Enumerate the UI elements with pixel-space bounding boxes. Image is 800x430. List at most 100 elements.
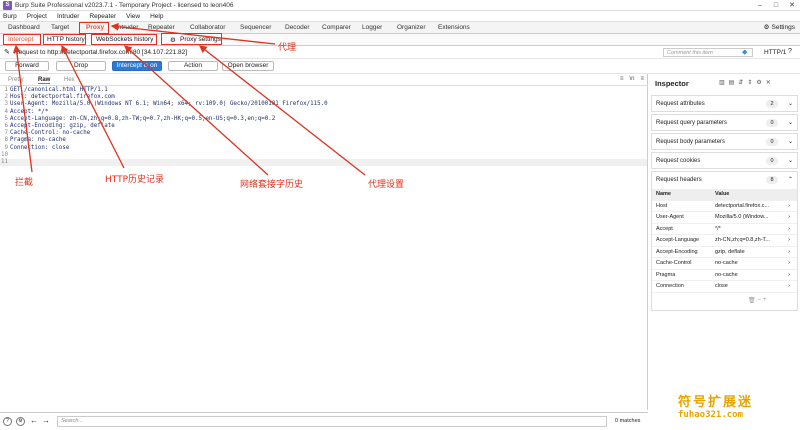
chevron-right-icon: › [788, 271, 790, 278]
settings-button[interactable]: ⚙ Settings [763, 23, 795, 32]
open-browser-button[interactable]: Open browser [222, 61, 274, 71]
tab-extensions[interactable]: Extensions [438, 24, 470, 31]
menu-project[interactable]: Project [27, 13, 47, 20]
sort-icon[interactable]: ⇵ [738, 79, 743, 86]
close-icon[interactable]: ✕ [784, 0, 800, 11]
tab-target[interactable]: Target [51, 24, 69, 31]
http-version[interactable]: HTTP/1 [764, 49, 786, 56]
back-icon[interactable]: ← [30, 416, 38, 425]
chevron-down-icon: ⌄ [787, 139, 793, 145]
chevron-right-icon: › [788, 225, 790, 232]
settings-icon[interactable]: ⚙ [16, 417, 25, 426]
wrap-icon[interactable]: ≡ [620, 76, 624, 82]
inspector-header: Inspector ▥ ▤ ⇵ ⇕ ⚙ ✕ [649, 77, 800, 91]
main-tabs: Dashboard Target Proxy Intruder Repeater… [0, 22, 800, 34]
tab-pretty[interactable]: Pretty [8, 77, 24, 83]
chevron-right-icon: › [788, 214, 790, 221]
highlight-box-proxy [79, 22, 109, 34]
watermark-en: fuhao321.com [678, 410, 744, 420]
tab-repeater[interactable]: Repeater [148, 24, 175, 31]
menu-help[interactable]: Help [150, 13, 163, 20]
table-row[interactable]: Cache-Control no-cache › [652, 258, 797, 270]
delete-icon[interactable]: 🗑 [748, 297, 756, 304]
forward-button[interactable]: Forward [5, 61, 49, 71]
section-request-query-parameters[interactable]: Request query parameters 0 ⌄ [651, 114, 798, 131]
gear-icon[interactable]: ⚙ [756, 79, 761, 86]
menu-intruder[interactable]: Intruder [57, 13, 79, 20]
table-row[interactable]: Accept */* › [652, 224, 797, 235]
table-row[interactable]: User-Agent Mozilla/5.0 (Window... › [652, 212, 797, 224]
intercept-toggle-button[interactable]: Intercept is on [112, 61, 162, 71]
inspector-icons: ▥ ▤ ⇵ ⇕ ⚙ ✕ [719, 79, 771, 86]
editor-tabs: Pretty Raw Hex ≡ \n ≡ [0, 74, 648, 86]
tab-hex[interactable]: Hex [64, 77, 75, 83]
tab-decoder[interactable]: Decoder [285, 24, 310, 31]
section-request-cookies[interactable]: Request cookies 0 ⌄ [651, 152, 798, 169]
count-badge: 2 [766, 100, 778, 108]
menu-burp[interactable]: Burp [3, 13, 17, 20]
section-label: Request headers [656, 177, 702, 183]
match-count: 0 matches [615, 418, 641, 424]
code-line: 9 Connection: close [4, 144, 70, 151]
menu-icon[interactable]: ≡ [640, 76, 644, 82]
chevron-right-icon: › [788, 283, 790, 290]
chevron-right-icon: › [788, 248, 790, 255]
tab-collaborator[interactable]: Collaborator [190, 24, 225, 31]
headers-table: Name Value Host detectportal.firefox.c...… [652, 189, 797, 293]
chevron-right-icon: › [788, 202, 790, 209]
tab-dashboard[interactable]: Dashboard [8, 24, 40, 31]
table-row[interactable]: Accept-Encoding gzip, deflate › [652, 247, 797, 258]
menu-view[interactable]: View [126, 13, 140, 20]
table-row[interactable]: Accept-Language zh-CN,zh;q=0.8,zh-T... › [652, 235, 797, 247]
code-line: 7 Cache-Control: no-cache [4, 130, 91, 137]
help-icon[interactable]: ? [788, 48, 792, 55]
maximize-icon[interactable]: □ [768, 0, 784, 11]
chevron-down-icon: ⌄ [787, 101, 793, 107]
menu-repeater[interactable]: Repeater [89, 13, 116, 20]
tab-intruder[interactable]: Intruder [116, 24, 138, 31]
comment-input[interactable]: Comment this item [663, 48, 753, 57]
menu-bar: Burp Project Intruder Repeater View Help [0, 11, 800, 22]
code-line: 1 GET /canonical.html HTTP/1.1 [4, 87, 108, 93]
drop-button[interactable]: Drop [56, 61, 106, 71]
highlight-box-websockets [91, 34, 157, 45]
table-row[interactable]: Connection close › [652, 281, 797, 293]
chevron-right-icon: › [788, 237, 790, 244]
gear-icon: ⚙ [763, 24, 770, 31]
count-badge: 8 [766, 176, 778, 184]
burp-window: S Burp Suite Professional v2023.7.1 - Te… [0, 0, 800, 430]
action-button[interactable]: Action [168, 61, 218, 71]
add-icon[interactable]: + [763, 297, 767, 304]
tab-sequencer[interactable]: Sequencer [240, 24, 271, 31]
layout-icon[interactable]: ▥ [719, 79, 725, 86]
tab-comparer[interactable]: Comparer [322, 24, 351, 31]
annotation-websockets: 网络套接字历史 [240, 180, 304, 190]
annotation-proxy: 代理 [278, 43, 297, 53]
request-body[interactable]: 1 GET /canonical.html HTTP/1.1 2 Host: det… [0, 87, 647, 167]
chevron-down-icon: ⌄ [787, 120, 793, 126]
section-request-attributes[interactable]: Request attributes 2 ⌄ [651, 95, 798, 112]
table-row[interactable]: Host detectportal.firefox.c... › [652, 201, 797, 212]
section-request-body-parameters[interactable]: Request body parameters 0 ⌄ [651, 133, 798, 150]
highlight-box-proxy-settings [161, 33, 222, 45]
burp-logo-icon: S [3, 0, 12, 10]
newline-icon[interactable]: \n [629, 76, 634, 82]
column-name: Name [656, 191, 671, 198]
chevron-down-icon: ⌄ [787, 158, 793, 164]
highlight-icon[interactable]: ◆ [742, 48, 747, 56]
pencil-icon[interactable]: ✎ [4, 48, 10, 56]
table-row[interactable]: Pragma no-cache › [652, 270, 797, 281]
tab-logger[interactable]: Logger [362, 24, 382, 31]
search-input[interactable]: Search... [57, 416, 607, 427]
help-icon[interactable]: ? [3, 417, 12, 426]
close-icon[interactable]: ✕ [766, 79, 771, 86]
tab-raw[interactable]: Raw [38, 77, 51, 84]
tab-organizer[interactable]: Organizer [397, 24, 426, 31]
collapse-icon[interactable]: ⇕ [747, 79, 752, 86]
count-badge: 0 [766, 119, 778, 127]
minimize-icon[interactable]: – [752, 0, 768, 11]
remove-icon[interactable]: − [758, 297, 762, 304]
forward-icon[interactable]: → [42, 416, 50, 425]
layout-alt-icon[interactable]: ▤ [729, 79, 735, 86]
column-value: Value [715, 191, 730, 198]
